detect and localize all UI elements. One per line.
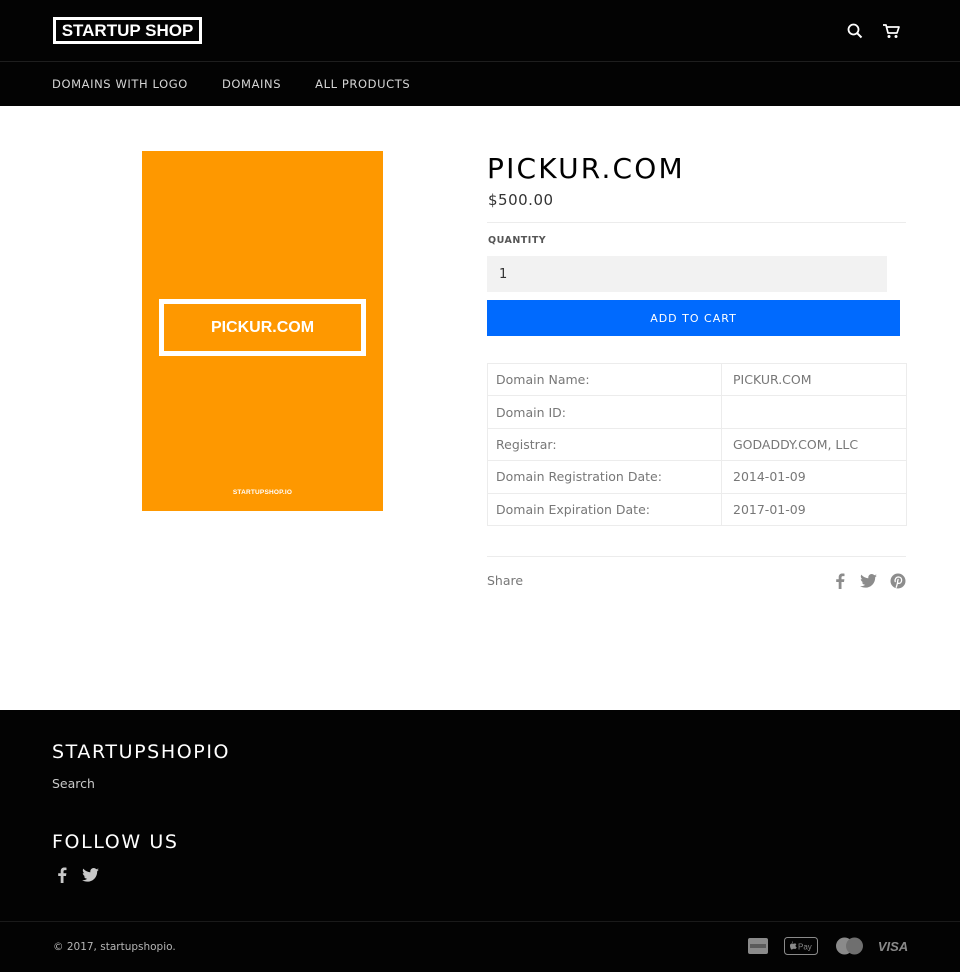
add-to-cart-button[interactable]: ADD TO CART [487,300,900,336]
footer-brand-title: STARTUPSHOPIO [52,741,231,763]
detail-key: Domain ID: [487,395,722,429]
search-icon[interactable] [844,20,866,42]
footer-divider [0,921,960,922]
table-row: Domain Name: PICKUR.COM [487,362,907,397]
site-logo[interactable]: STARTUP SHOP [53,17,202,44]
detail-value: GODADDY.COM, LLC [721,427,907,462]
american-express-icon [748,937,768,955]
nav-item-domains[interactable]: DOMAINS [222,77,281,91]
share-label: Share [487,573,524,588]
product-price: $500.00 [488,191,554,209]
detail-key: Domain Registration Date: [487,460,722,494]
cart-icon[interactable] [880,20,902,42]
product-image[interactable]: PICKUR.COM STARTUPSHOP.IO [142,151,383,511]
quantity-input[interactable] [487,256,887,292]
product-image-domain-text: PICKUR.COM [168,308,357,347]
detail-key: Domain Expiration Date: [487,492,722,526]
footer-follow-title: FOLLOW US [52,831,179,853]
detail-value: 2017-01-09 [721,492,907,526]
table-row: Domain Expiration Date: 2017-01-09 [487,492,907,526]
site-footer: STARTUPSHOPIO Search FOLLOW US © 2017, s… [0,710,960,972]
twitter-icon[interactable] [81,866,99,884]
table-row: Domain ID: [487,395,907,429]
product-image-footer-text: STARTUPSHOP.IO [232,489,293,496]
footer-link-search[interactable]: Search [52,776,95,791]
facebook-icon[interactable] [831,572,849,590]
table-row: Registrar: GODADDY.COM, LLC [487,427,907,462]
site-header: STARTUP SHOP DOMAINS WITH LOGO DOMAINS A… [0,0,960,106]
product-title: PICKUR.COM [487,152,685,185]
product-image-logo-box: PICKUR.COM [159,299,366,356]
price-divider [487,222,906,223]
detail-value [721,395,907,429]
copyright-text: © 2017, startupshopio. [53,941,176,953]
apple-pay-icon: Pay [784,937,818,955]
table-row: Domain Registration Date: 2014-01-09 [487,460,907,494]
facebook-icon[interactable] [53,866,71,884]
detail-value: PICKUR.COM [721,362,907,397]
nav-item-all-products[interactable]: ALL PRODUCTS [315,77,410,91]
detail-key: Domain Name: [487,362,722,397]
pinterest-icon[interactable] [889,572,907,590]
share-divider [487,556,906,557]
visa-icon: VISA [878,937,908,955]
detail-value: 2014-01-09 [721,460,907,494]
main-nav: DOMAINS WITH LOGO DOMAINS ALL PRODUCTS [52,62,444,106]
visa-text: VISA [877,938,909,954]
nav-item-domains-with-logo[interactable]: DOMAINS WITH LOGO [52,77,188,91]
domain-details-table: Domain Name: PICKUR.COM Domain ID: Regis… [487,362,907,526]
quantity-label: QUANTITY [488,235,547,246]
twitter-icon[interactable] [859,572,877,590]
svg-text:Pay: Pay [798,943,812,952]
mastercard-icon [834,937,865,955]
logo-text: STARTUP SHOP [61,21,194,40]
detail-key: Registrar: [487,427,722,462]
